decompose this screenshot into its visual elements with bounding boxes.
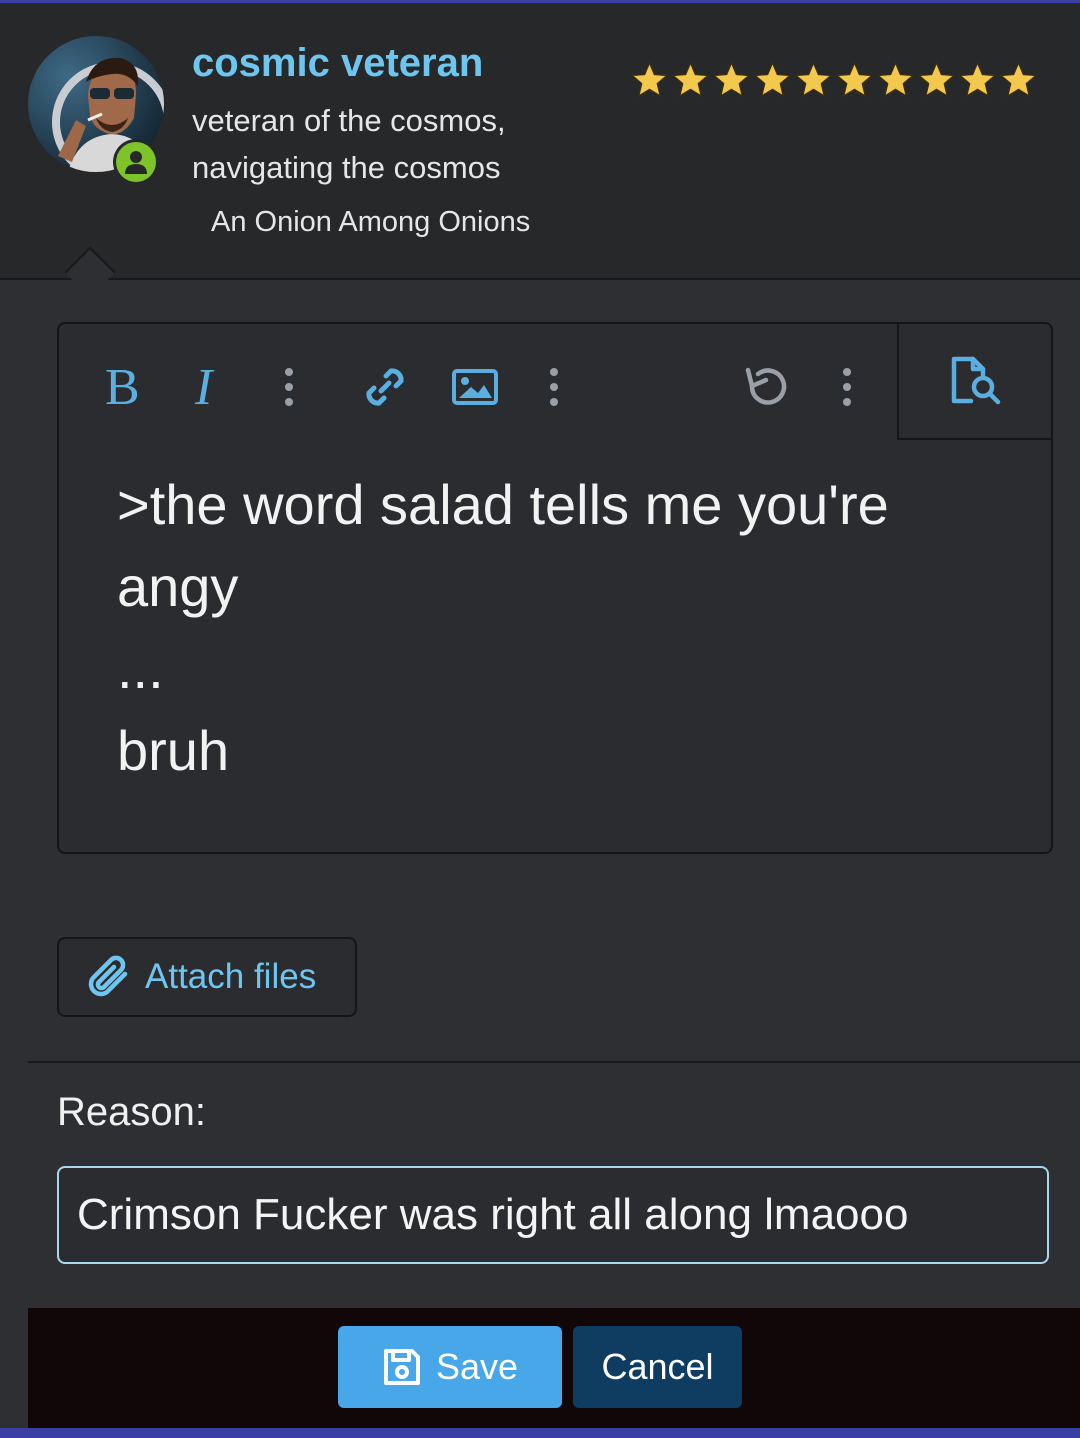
preview-icon[interactable] bbox=[897, 322, 1053, 440]
star-icon bbox=[712, 61, 751, 98]
more-options-icon[interactable] bbox=[817, 354, 877, 420]
star-icon bbox=[753, 61, 792, 98]
star-icon bbox=[630, 61, 669, 98]
message-editor[interactable]: B I >the word salad tells me you're angy… bbox=[57, 322, 1053, 854]
reason-label: Reason: bbox=[57, 1090, 206, 1134]
more-options-icon[interactable] bbox=[524, 354, 584, 420]
online-status bbox=[113, 139, 159, 185]
cancel-button[interactable]: Cancel bbox=[573, 1326, 742, 1408]
undo-icon[interactable] bbox=[737, 354, 797, 420]
editor-content[interactable]: >the word salad tells me you're angy ...… bbox=[117, 464, 997, 792]
paperclip-icon bbox=[88, 955, 128, 997]
svg-text:B: B bbox=[105, 362, 140, 412]
form-footer: Save Cancel bbox=[28, 1308, 1080, 1428]
star-icon bbox=[917, 61, 956, 98]
svg-text:I: I bbox=[194, 362, 215, 412]
divider bbox=[28, 1061, 1080, 1063]
attach-files-button[interactable]: Attach files bbox=[57, 937, 357, 1017]
star-icon bbox=[671, 61, 710, 98]
editor-line: >the word salad tells me you're angy bbox=[117, 473, 889, 618]
italic-icon[interactable]: I bbox=[181, 354, 241, 420]
star-icon bbox=[876, 61, 915, 98]
bold-icon[interactable]: B bbox=[93, 354, 153, 420]
editor-line: ... bbox=[117, 637, 164, 700]
more-options-icon[interactable] bbox=[259, 354, 319, 420]
attach-files-label: Attach files bbox=[145, 957, 317, 996]
star-icon bbox=[999, 61, 1038, 98]
save-icon bbox=[383, 1349, 420, 1385]
star-icon bbox=[958, 61, 997, 98]
user-subtitle: An Onion Among Onions bbox=[211, 206, 531, 238]
image-icon[interactable] bbox=[445, 354, 505, 420]
editor-line: bruh bbox=[117, 719, 230, 782]
reason-input[interactable] bbox=[57, 1166, 1049, 1264]
user-card: cosmic veteran veteran of the cosmos, na… bbox=[0, 3, 1080, 280]
save-button[interactable]: Save bbox=[338, 1326, 562, 1408]
star-icon bbox=[794, 61, 833, 98]
save-label: Save bbox=[435, 1346, 519, 1387]
star-icon bbox=[835, 61, 874, 98]
rating-stars bbox=[630, 59, 1038, 101]
username[interactable]: cosmic veteran bbox=[192, 41, 483, 86]
user-title: veteran of the cosmos, navigating the co… bbox=[192, 103, 506, 185]
user-icon bbox=[125, 151, 147, 174]
bottom-border bbox=[0, 1428, 1080, 1438]
link-icon[interactable] bbox=[355, 354, 415, 420]
